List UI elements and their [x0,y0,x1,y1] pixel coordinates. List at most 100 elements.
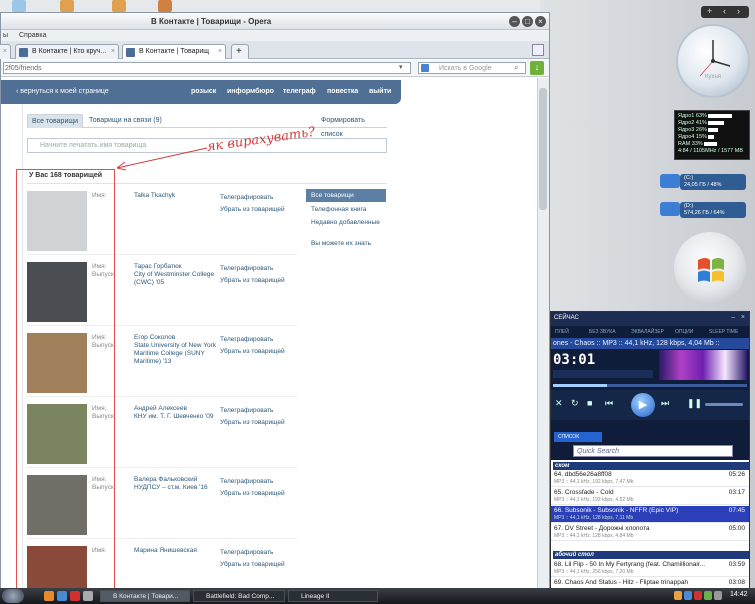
tab-partial[interactable]: × [0,44,11,59]
friend-name-block[interactable]: Тарас Горбатюк City of Westminster Colleg… [134,263,220,287]
quicklaunch-icon[interactable] [44,591,54,601]
form-list-link[interactable]: Формировать список [317,114,387,138]
next-icon[interactable]: › [737,6,740,17]
friend-name-block[interactable]: Валера Фальковский НУДПСУ – ст.м. Киев '1… [134,476,220,492]
taskbar-item-opera[interactable]: В Контакте | Товари... [100,590,190,602]
minimize-icon[interactable]: – [731,314,735,321]
friend-name[interactable]: Валера Фальковский [134,476,220,484]
close-button[interactable]: × [535,16,546,27]
friend-name-block[interactable]: Андрей Алексеев КНУ им. Т. Г. Шевченко '0… [134,405,220,421]
desktop-icon[interactable] [60,0,74,12]
quick-search-input[interactable]: Quick Search [573,445,733,457]
player-mini-controls[interactable] [553,370,653,378]
tray-icon[interactable] [694,591,702,600]
menu-all-friends[interactable]: Все товарищи [306,189,386,202]
send-message-link[interactable]: Телеграфировать [220,263,285,275]
remove-friend-link[interactable]: Убрать из товарищей [220,275,285,287]
friend-name-block[interactable]: Егор Соколов State University of New York… [134,334,220,366]
desktop-icon[interactable] [12,0,26,12]
back-link[interactable]: ‹ вернуться к моей странице [16,88,109,95]
start-button[interactable] [2,589,24,603]
tab-online-friends[interactable]: Товарищи на связи (9) [85,114,166,128]
scrollbar-thumb[interactable] [539,88,547,210]
stop-icon[interactable]: ■ [587,398,592,408]
new-tab-button[interactable]: + [231,44,249,59]
quicklaunch-icon[interactable] [70,591,80,601]
tab-all-friends[interactable]: Все товарищи [27,114,84,128]
friend-name-block[interactable]: Марина Янишевская [134,547,220,555]
send-message-link[interactable]: Телеграфировать [220,476,285,488]
close-icon[interactable]: × [741,314,745,321]
tray-icon[interactable] [674,591,682,600]
tray-icon[interactable] [714,591,722,600]
send-message-link[interactable]: Телеграфировать [220,192,285,204]
menu-may-know[interactable]: Вы можете их знать [306,237,386,250]
playlist-item[interactable]: 68. Lil Flip - 50 In My Fertyrang (feat.… [551,560,749,577]
send-message-link[interactable]: Телеграфировать [220,334,285,346]
close-icon[interactable]: × [3,45,7,58]
remove-friend-link[interactable]: Убрать из товарищей [220,417,285,429]
maximize-button[interactable]: □ [522,16,533,27]
close-icon[interactable]: × [218,45,222,58]
seek-bar[interactable] [553,384,747,387]
menu-recent[interactable]: Недавно добавленные [306,216,386,229]
send-message-link[interactable]: Телеграфировать [220,405,285,417]
remove-friend-link[interactable]: Убрать из товарищей [220,488,285,500]
friend-name[interactable]: Егор Соколов [134,334,220,342]
drive-d-gadget[interactable]: (D:) 574,26 ГБ / 64% [660,200,748,220]
clock-gadget[interactable]: Кухня [676,24,750,98]
tab-active[interactable]: В Контакте | Товарищ × [122,44,226,59]
desktop-icon[interactable] [158,0,172,12]
close-icon[interactable]: × [111,45,115,58]
nav-agenda[interactable]: повестка [327,88,358,95]
quicklaunch-icon[interactable] [83,591,93,601]
playlist-item[interactable]: 65. Crossfade - Cold MP3 :: 44,1 kHz, 192… [551,488,749,505]
remove-friend-link[interactable]: Убрать из товарищей [220,204,285,216]
nav-logout[interactable]: выйти [369,88,391,95]
desktop-icon[interactable] [112,0,126,12]
tab[interactable]: В Контакте | Кто круч... × [15,44,119,59]
send-message-link[interactable]: Телеграфировать [220,547,285,559]
trash-icon[interactable] [532,44,544,56]
playlist-tab[interactable]: СПИСОК [554,432,602,442]
nav-search[interactable]: розыск [191,88,216,95]
shuffle-icon[interactable]: ✕ [555,398,563,409]
google-icon[interactable] [421,64,429,72]
player-menu-options[interactable]: ОПЦИИ [675,329,693,335]
friend-name[interactable]: Андрей Алексеев [134,405,220,413]
pause-icon[interactable]: ❚❚ [687,398,702,409]
friend-name-block[interactable]: Talka Tkachyk [134,192,220,200]
play-button[interactable]: ▶ [631,393,655,417]
playlist-item[interactable]: 64. dbd56e26a8ff08 MP3 :: 44,1 kHz, 192 k… [551,470,749,487]
quicklaunch-icon[interactable] [57,591,67,601]
player-menu-sleep[interactable]: SLEEP TIME [709,329,738,335]
friend-name[interactable]: Talka Tkachyk [134,192,220,200]
drive-c-gadget[interactable]: (C:) 24,05 ГБ / 48% [660,172,748,192]
taskbar-item-battlefield[interactable]: Battlefield: Bad Comp... [193,590,285,602]
player-menu-play[interactable]: ПЛЕЙ [555,329,569,335]
playlist-item[interactable]: 67. DV Street - Дорожні хлопота MP3 :: 44… [551,524,749,541]
friend-name[interactable]: Тарас Горбатюк [134,263,220,271]
volume-slider[interactable] [705,403,743,406]
player-menu-mute[interactable]: БЕЗ ЗВУКА [589,329,616,335]
search-icon[interactable]: ⌕ [514,63,518,73]
tray-icon[interactable] [704,591,712,600]
prev-icon[interactable]: ‹ [723,6,726,17]
menu-phonebook[interactable]: Телефонная книга [306,203,386,216]
remove-friend-link[interactable]: Убрать из товарищей [220,559,285,571]
menu-item[interactable]: ы [3,32,8,39]
minimize-button[interactable]: – [509,16,520,27]
chevron-down-icon[interactable]: ▾ [399,63,403,71]
player-menu-eq[interactable]: ЭКВАЛАЙЗЕР [631,329,664,335]
tray-icon[interactable] [684,591,692,600]
nav-info[interactable]: информбюро [227,88,274,95]
nav-telegraph[interactable]: телеграф [283,88,316,95]
next-icon[interactable]: ⏭ [661,398,669,409]
remove-friend-link[interactable]: Убрать из товарищей [220,346,285,358]
go-button[interactable]: ↓ [530,61,544,75]
menu-item-help[interactable]: Справка [19,32,46,39]
url-field[interactable]: 2f05/friends [3,62,411,74]
search-field[interactable]: Искать в Google [418,62,526,74]
add-gadget-icon[interactable]: + [707,6,712,17]
previous-icon[interactable]: ⏮ [605,398,613,409]
